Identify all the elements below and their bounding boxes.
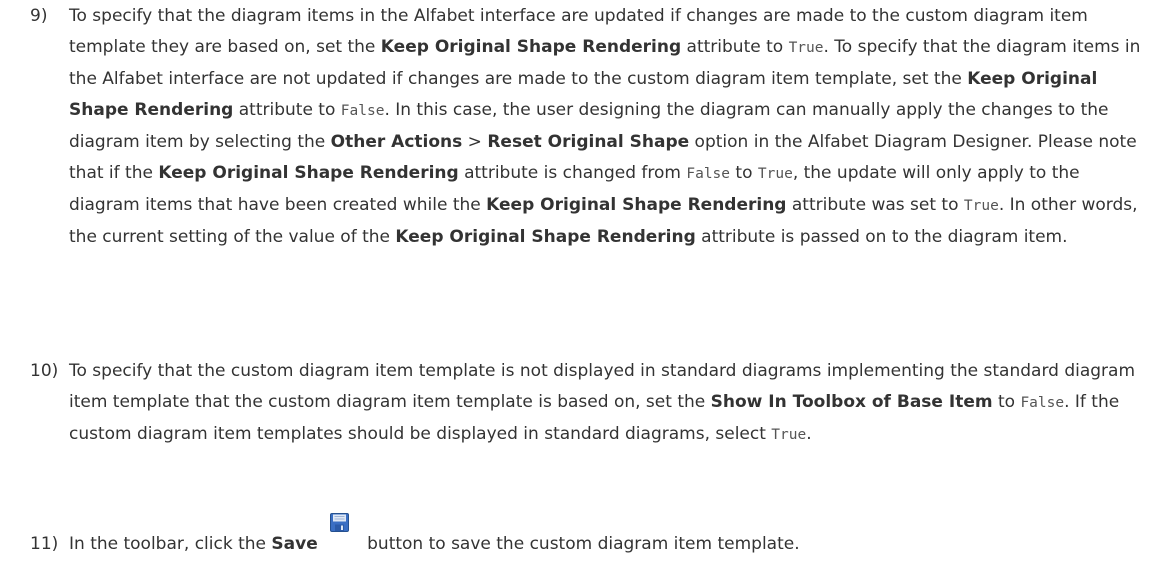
save-icon — [318, 513, 362, 560]
step-text: To specify that the diagram items in the… — [69, 6, 1141, 247]
code-value: False — [1020, 395, 1065, 411]
step-number: 9) — [30, 6, 48, 26]
document-body: 9) To specify that the diagram items in … — [0, 0, 1173, 580]
code-value: True — [757, 166, 793, 182]
ui-term: Reset Original Shape — [487, 132, 690, 152]
code-value: False — [340, 103, 385, 119]
code-value: False — [686, 166, 731, 182]
ui-term: Other Actions — [330, 132, 463, 152]
ui-term: Keep Original Shape Rendering — [486, 195, 787, 215]
step-text: In the toolbar, click the Save button to… — [69, 513, 1149, 560]
ui-term: Show In Toolbox of Base Item — [710, 392, 993, 412]
step-number: 11) — [30, 534, 59, 554]
ui-term: Keep Original Shape Rendering — [158, 163, 459, 183]
step-text: To specify that the custom diagram item … — [69, 361, 1136, 444]
step-number: 10) — [30, 361, 59, 381]
code-value: True — [771, 427, 807, 443]
ui-term: Keep Original Shape Rendering — [380, 37, 682, 57]
code-value: True — [963, 198, 999, 214]
ui-term: Save — [271, 534, 318, 554]
ui-term: Keep Original Shape Rendering — [395, 227, 696, 247]
code-value: True — [788, 40, 824, 56]
